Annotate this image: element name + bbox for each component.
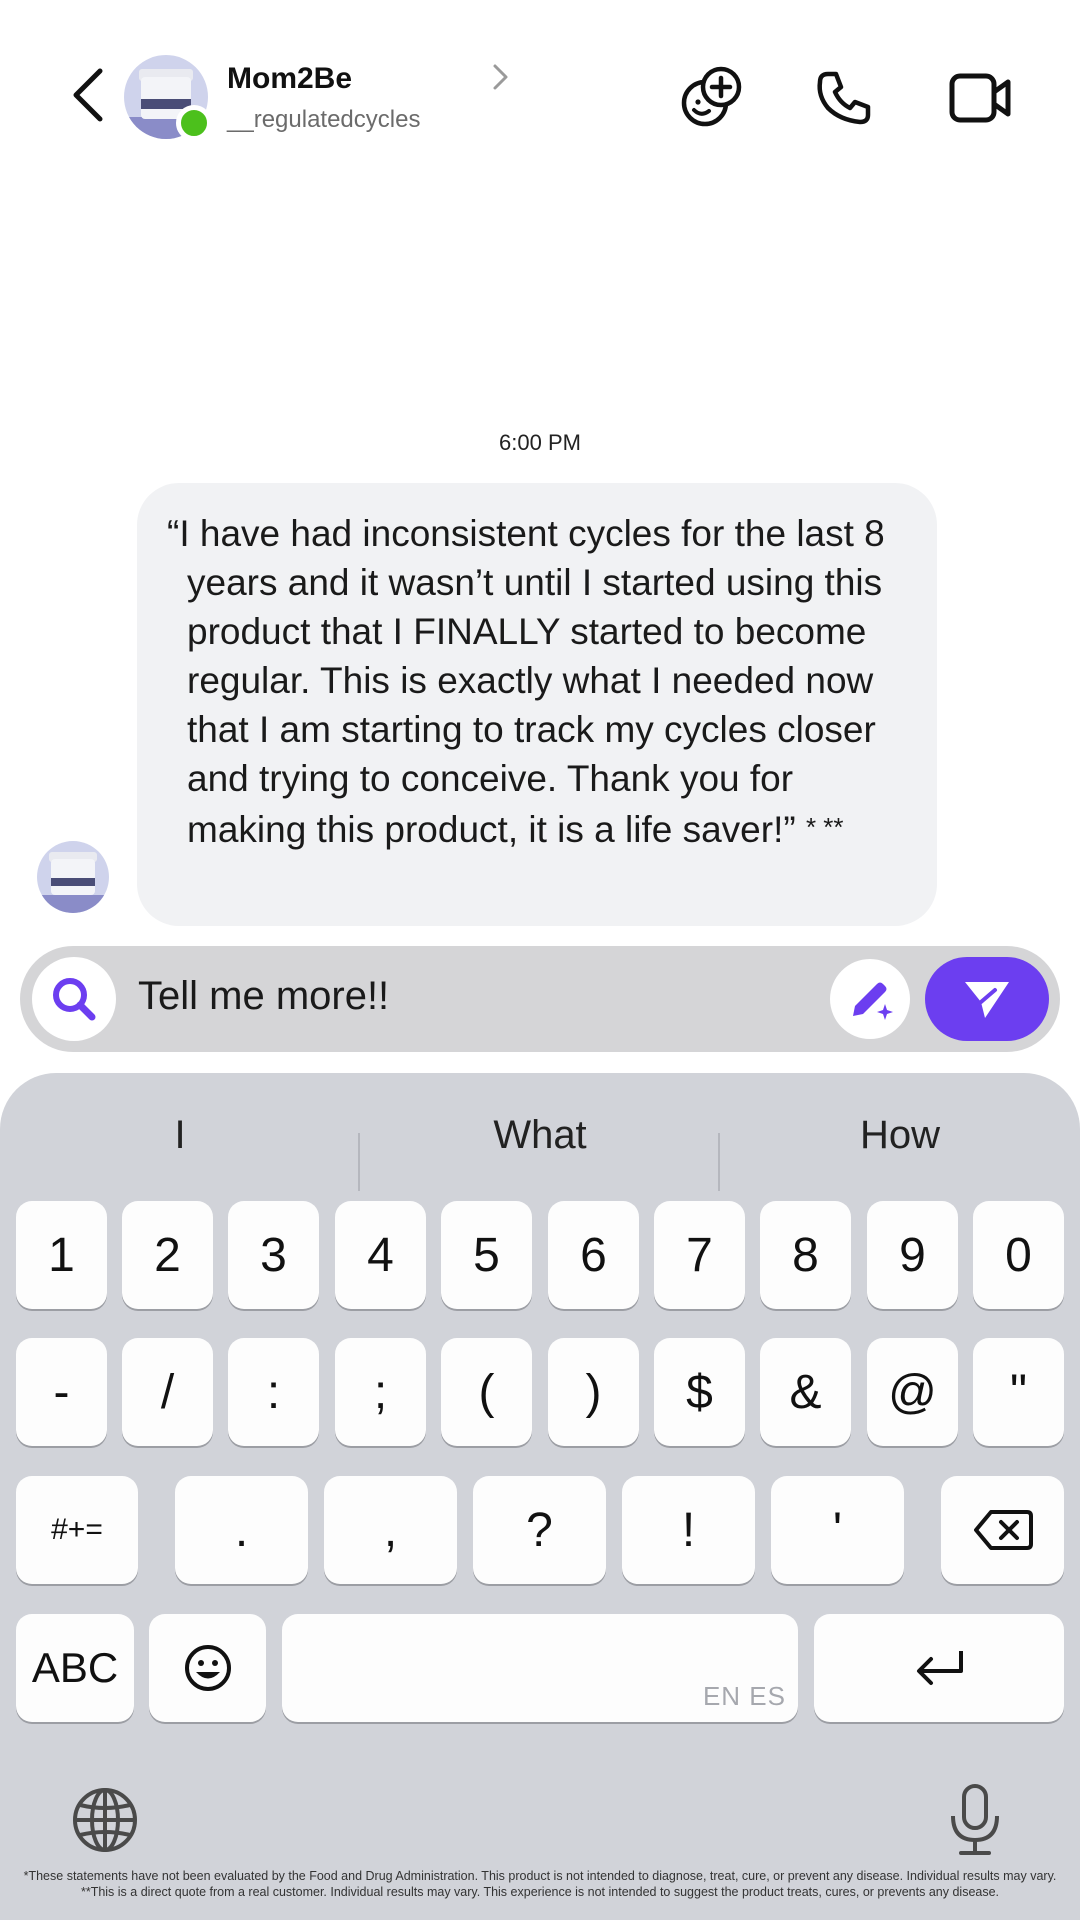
back-button[interactable] [62, 64, 112, 126]
message-body: “I have had inconsistent cycles for the … [167, 513, 885, 850]
contact-name[interactable]: Mom2Be [227, 62, 352, 96]
message-input[interactable]: Tell me more!! [138, 974, 389, 1019]
key-5[interactable]: 5 [441, 1201, 532, 1309]
disclaimer-line-1: *These statements have not been evaluate… [23, 1869, 1057, 1883]
key-0[interactable]: 0 [973, 1201, 1064, 1309]
search-button[interactable] [32, 957, 116, 1041]
add-friend-icon [681, 66, 742, 127]
ai-edit-button[interactable] [830, 959, 910, 1039]
chevron-right-icon[interactable] [490, 62, 512, 92]
suggestion-2[interactable]: What [360, 1113, 720, 1158]
disclaimer-line-2: **This is a direct quote from a real cus… [80, 1885, 1000, 1899]
return-key[interactable] [814, 1614, 1064, 1722]
message-footnote-marks: * ** [805, 812, 844, 842]
call-button[interactable] [808, 62, 880, 134]
globe-icon[interactable] [70, 1785, 140, 1855]
key-colon[interactable]: : [228, 1338, 319, 1446]
contact-handle[interactable]: __regulatedcycles [227, 106, 420, 134]
backspace-icon [973, 1510, 1033, 1550]
key-7[interactable]: 7 [654, 1201, 745, 1309]
key-period[interactable]: . [175, 1476, 308, 1584]
key-question[interactable]: ? [473, 1476, 606, 1584]
key-open-paren[interactable]: ( [441, 1338, 532, 1446]
space-language-label: EN ES [702, 1681, 786, 1711]
space-key[interactable]: EN ES [282, 1614, 798, 1722]
sender-avatar[interactable] [37, 841, 109, 913]
key-more-symbols[interactable]: #+= [16, 1476, 138, 1584]
abc-key[interactable]: ABC [16, 1614, 134, 1722]
phone-icon [817, 71, 871, 125]
key-hyphen[interactable]: - [16, 1338, 107, 1446]
message-input-bar: Tell me more!! [20, 946, 1060, 1052]
send-button[interactable] [925, 957, 1049, 1041]
online-status-dot [176, 105, 212, 141]
key-exclamation[interactable]: ! [622, 1476, 755, 1584]
pencil-sparkle-icon [853, 982, 893, 1020]
suggestion-1[interactable]: I [0, 1113, 360, 1158]
jar-body [51, 859, 95, 895]
send-icon [965, 982, 1009, 1018]
message-timestamp: 6:00 PM [499, 430, 581, 455]
message-text: “I have had inconsistent cycles for the … [167, 509, 901, 854]
emoji-icon [184, 1645, 231, 1691]
return-icon [917, 1651, 963, 1685]
key-dollar[interactable]: $ [654, 1338, 745, 1446]
key-6[interactable]: 6 [548, 1201, 639, 1309]
key-2[interactable]: 2 [122, 1201, 213, 1309]
suggestion-3[interactable]: How [720, 1113, 1080, 1158]
disclaimer: *These statements have not been evaluate… [10, 1868, 1070, 1900]
key-9[interactable]: 9 [867, 1201, 958, 1309]
avatar-base [37, 895, 109, 913]
key-quote[interactable]: " [973, 1338, 1064, 1446]
key-slash[interactable]: / [122, 1338, 213, 1446]
key-semicolon[interactable]: ; [335, 1338, 426, 1446]
add-friend-button[interactable] [676, 62, 748, 134]
chat-header: Mom2Be __regulatedcycles [0, 0, 1080, 200]
message-bubble[interactable]: “I have had inconsistent cycles for the … [137, 483, 937, 926]
predictive-suggestions: I What How [0, 1103, 1080, 1191]
key-close-paren[interactable]: ) [548, 1338, 639, 1446]
key-ampersand[interactable]: & [760, 1338, 851, 1446]
jar-label [51, 878, 95, 886]
emoji-key[interactable] [149, 1614, 266, 1722]
key-1[interactable]: 1 [16, 1201, 107, 1309]
search-icon [53, 978, 96, 1021]
key-at[interactable]: @ [867, 1338, 958, 1446]
video-icon [949, 73, 1011, 123]
key-8[interactable]: 8 [760, 1201, 851, 1309]
key-4[interactable]: 4 [335, 1201, 426, 1309]
backspace-key[interactable] [941, 1476, 1064, 1584]
video-call-button[interactable] [945, 62, 1017, 134]
key-apostrophe[interactable]: ' [771, 1476, 904, 1584]
microphone-icon[interactable] [945, 1782, 1005, 1858]
back-arrow-icon [73, 68, 103, 122]
key-comma[interactable]: , [324, 1476, 457, 1584]
key-3[interactable]: 3 [228, 1201, 319, 1309]
